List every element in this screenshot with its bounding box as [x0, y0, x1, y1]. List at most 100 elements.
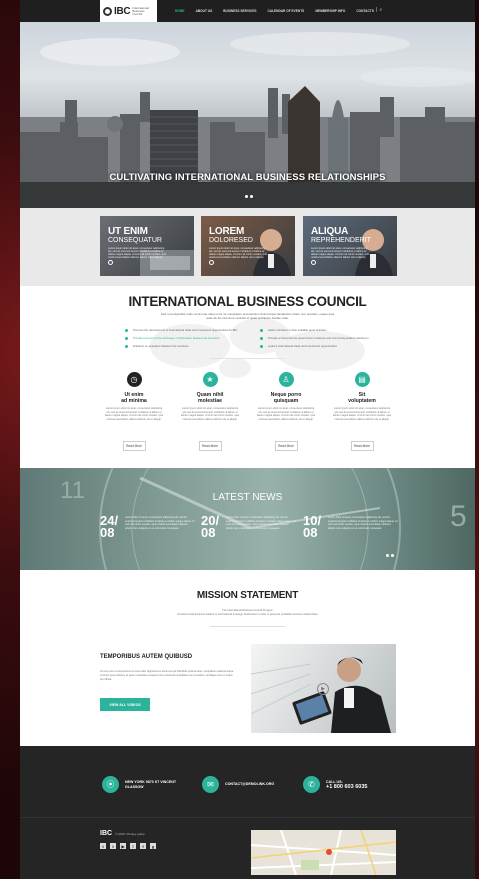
footer-divider	[20, 817, 475, 818]
top-header: IBC International Business Council HOME A…	[20, 0, 475, 22]
nav-item[interactable]: CALENDAR OF EVENTS	[267, 9, 304, 13]
arrow-circle-icon[interactable]	[311, 260, 316, 265]
arrow-circle-icon[interactable]	[209, 260, 214, 265]
read-more-button[interactable]: Read More	[122, 441, 146, 451]
news-text: Lorem dolor sit amet, consectetur adipis…	[125, 516, 195, 530]
banner-subtitle: DOLORESED	[209, 237, 253, 244]
address-block: ⦿ NEW YORK 9870 ST VINCENT GLASSOW	[102, 776, 176, 793]
bullet-icon	[260, 328, 263, 332]
news-month: 08	[201, 525, 216, 540]
banner-title: UT ENIM	[108, 226, 148, 237]
feature-item: ◷ Ut enim ad minima Lorem ipsum dolor sit …	[104, 372, 164, 451]
phone-number[interactable]: +1 800 603 6035	[326, 784, 367, 790]
news-slider-dots	[386, 554, 394, 557]
goal-item: Enhance co-operation between the members	[125, 344, 250, 348]
goals-list-right: Assist members in their scalable good ac…	[260, 328, 385, 352]
banner-title: LOREM	[209, 226, 245, 237]
feature-title: Neque porro quisquam	[270, 392, 302, 404]
feature-title: Sit voluptatem	[348, 392, 376, 404]
council-section: INTERNATIONAL BUSINESS COUNCIL Sed ut pe…	[20, 286, 475, 468]
goal-text: Promote the development of international…	[133, 328, 238, 332]
nav-item[interactable]: ABOUT US	[196, 9, 213, 13]
news-month: 08	[100, 525, 115, 540]
bullet-icon	[260, 336, 263, 340]
copyright: © 2015. Privacy policy	[115, 832, 145, 836]
feature-text: Lorem ipsum dolor sit amet, consectetur …	[104, 407, 164, 421]
footer-logo: IBC © 2015. Privacy policy	[100, 830, 145, 837]
feature-text: Lorem ipsum dolor sit amet, consectetur …	[256, 407, 316, 421]
map-image	[251, 830, 396, 875]
location-pin-icon: ⦿	[102, 776, 119, 793]
news-item[interactable]: 24/08 Lorem dolor sit amet, consectetur a…	[100, 514, 195, 540]
logo-subtitle: International Business Council	[132, 5, 149, 16]
promo-banner[interactable]: UT ENIM CONSEQUATUR Lorem ipsum dolor sit …	[100, 216, 194, 276]
goal-item: Assist members in their scalable good ac…	[260, 328, 385, 332]
twitter-icon[interactable]: t	[110, 843, 116, 849]
arrow-circle-icon[interactable]	[108, 260, 113, 265]
goals-list-left: Promote the development of international…	[125, 328, 250, 352]
news-item[interactable]: 20/08 Lorem dolor sit amet, consectetur a…	[201, 514, 296, 540]
nav-item[interactable]: BUSINESS SERVICES	[223, 9, 256, 13]
tumblr-icon[interactable]: t	[100, 843, 106, 849]
banner-text: Lorem ipsum dolor sit amet, consectetur …	[108, 247, 167, 259]
youtube-icon[interactable]: ▶	[120, 843, 126, 849]
site-logo[interactable]: IBC International Business Council	[100, 0, 157, 22]
feature-item: ★ Quam nihil molestiae Lorem ipsum dolor s…	[180, 372, 240, 451]
clock-icon: ◷	[126, 372, 142, 387]
play-icon[interactable]: ▶	[317, 683, 329, 695]
star-icon: ★	[202, 372, 218, 387]
latest-news-section: 5 11 LATEST NEWS 24/08 Lorem dolor sit am…	[20, 468, 475, 570]
news-title: LATEST NEWS	[212, 492, 283, 503]
nav-item[interactable]: MEMBERSHIP INFO	[315, 9, 345, 13]
council-title: INTERNATIONAL BUSINESS COUNCIL	[128, 294, 367, 309]
section-divider	[210, 626, 285, 627]
banner-photo	[355, 229, 393, 276]
banner-subtitle: REPREHENDERIT	[311, 237, 371, 244]
goal-item: Provide a focal point for government, bu…	[260, 336, 385, 340]
google-icon[interactable]: g	[150, 843, 156, 849]
svg-text:5: 5	[450, 500, 467, 533]
section-divider	[210, 358, 285, 359]
goal-item: Provide a forum for the exchange of info…	[125, 336, 250, 340]
location-map[interactable]	[251, 830, 396, 875]
banner-text: Lorem ipsum dolor sit amet, consectetur …	[209, 247, 268, 259]
slider-dot[interactable]	[391, 554, 394, 557]
slider-dot[interactable]	[386, 554, 389, 557]
facebook-icon[interactable]: f	[140, 843, 146, 849]
goal-text: Assist members in their scalable good ac…	[268, 328, 327, 332]
banner-photo	[253, 229, 291, 276]
mission-text: At vero eos et accusamus et iusto odio d…	[100, 670, 234, 681]
view-all-videos-button[interactable]: VIEW ALL VIDEOS	[100, 698, 150, 711]
nav-item[interactable]: HOME	[175, 9, 185, 13]
slider-dot[interactable]	[245, 195, 248, 198]
read-more-button[interactable]: Read More	[350, 441, 374, 451]
mission-heading: TEMPORIBUS AUTEM QUIBUSD	[100, 654, 193, 660]
rss-icon[interactable]: ≡	[130, 843, 136, 849]
news-item[interactable]: 10/08 Lorem dolor sit amet, consectetur a…	[303, 514, 398, 539]
news-text: Lorem dolor sit amet, consectetur adipis…	[328, 516, 398, 530]
banner-title: ALIQUA	[311, 226, 349, 237]
slider-dot[interactable]	[250, 195, 253, 198]
logo-brand: IBC	[114, 5, 131, 17]
feature-item: ▤ Sit voluptatem Lorem ipsum dolor sit ame…	[332, 372, 392, 451]
feature-title: Quam nihil molestiae	[196, 392, 224, 404]
read-more-button[interactable]: Read More	[274, 441, 298, 451]
video-thumbnail[interactable]: ▶	[251, 644, 396, 733]
nav-item[interactable]: CONTACTS	[356, 9, 373, 13]
search-icon[interactable]: ⌕	[379, 7, 382, 13]
goal-item: explore international trade and investme…	[260, 344, 385, 348]
banner-photo	[140, 250, 194, 276]
bullet-icon	[125, 336, 128, 340]
document-icon: ▤	[354, 372, 370, 387]
email-link[interactable]: CONTACT@DEMOLINK.ORG	[225, 782, 274, 787]
read-more-button[interactable]: Read More	[198, 441, 222, 451]
feature-title: Ut enim ad minima	[121, 392, 147, 404]
promo-banner[interactable]: ALIQUA REPREHENDERIT Lorem ipsum dolor sit…	[303, 216, 397, 276]
hero-caption: CULTIVATING INTERNATIONAL BUSINESS RELAT…	[109, 172, 386, 183]
phone-block: ✆ CALL US: +1 800 603 6035	[303, 776, 367, 793]
header-tools: | ⌕	[376, 7, 382, 13]
feature-text: Lorem ipsum dolor sit amet, consectetur …	[332, 407, 392, 421]
footer-brand[interactable]: IBC	[100, 830, 112, 837]
feature-item: ♙ Neque porro quisquam Lorem ipsum dolor s…	[256, 372, 316, 451]
promo-banner[interactable]: LOREM DOLORESED Lorem ipsum dolor sit amet…	[201, 216, 295, 276]
